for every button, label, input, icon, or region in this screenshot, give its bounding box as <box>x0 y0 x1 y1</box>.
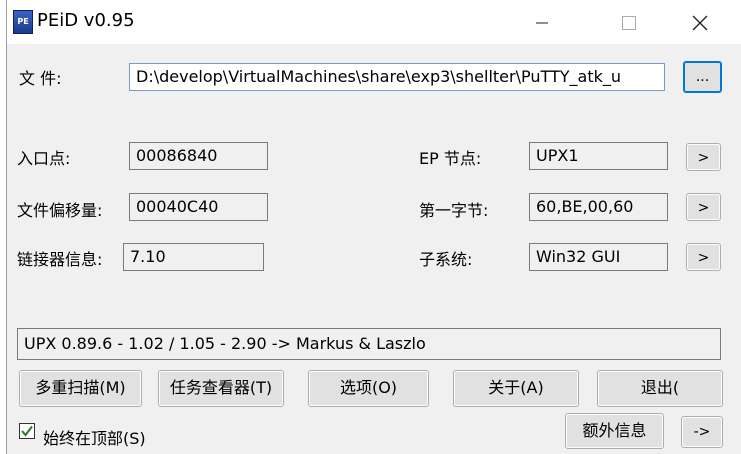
options-button[interactable]: 选项(O) <box>308 370 429 407</box>
scan-result-field[interactable]: UPX 0.89.6 - 1.02 / 1.05 - 2.90 -> Marku… <box>17 328 721 360</box>
linker-info-field[interactable]: 7.10 <box>123 243 264 271</box>
task-viewer-button[interactable]: 任务查看器(T) <box>158 370 284 407</box>
extra-info-button[interactable]: 额外信息 <box>565 413 664 449</box>
window-title: PEiD v0.95 <box>37 10 135 31</box>
title-bar[interactable]: PE PEiD v0.95 <box>7 0 741 44</box>
subsystem-field[interactable]: Win32 GUI <box>529 243 668 271</box>
file-path-field[interactable]: D:\develop\VirtualMachines\share\exp3\sh… <box>129 63 665 91</box>
ep-section-button[interactable]: > <box>686 143 721 171</box>
maximize-icon <box>622 15 636 30</box>
about-button[interactable]: 关于(A) <box>453 370 579 407</box>
entry-point-field[interactable]: 00086840 <box>129 142 268 170</box>
close-button[interactable] <box>671 0 729 44</box>
subsystem-button[interactable]: > <box>686 243 721 271</box>
maximize-button[interactable] <box>600 0 658 44</box>
close-icon <box>692 15 708 30</box>
exit-button[interactable]: 退出( <box>597 370 723 407</box>
more-button[interactable]: -> <box>681 416 723 448</box>
first-bytes-field[interactable]: 60,BE,00,60 <box>529 193 668 221</box>
always-on-top-label[interactable]: 始终在顶部(S) <box>43 425 146 449</box>
browse-button[interactable]: ... <box>683 61 722 93</box>
minimize-button[interactable] <box>513 0 571 44</box>
minimize-icon <box>536 22 548 23</box>
checkmark-icon <box>21 425 33 437</box>
subsystem-label: 子系统: <box>419 250 473 269</box>
first-bytes-label: 第一字节: <box>419 201 489 220</box>
ep-section-label: EP 节点: <box>419 149 482 168</box>
file-offset-field[interactable]: 00040C40 <box>129 193 268 221</box>
linker-info-label: 链接器信息: <box>17 250 103 269</box>
file-offset-label: 文件偏移量: <box>17 201 103 220</box>
first-bytes-button[interactable]: > <box>686 193 721 221</box>
peid-window: PE PEiD v0.95 文 件: D:\develop\VirtualMac… <box>6 0 741 454</box>
ep-section-field[interactable]: UPX1 <box>529 142 668 170</box>
entry-point-label: 入口点: <box>17 149 71 168</box>
always-on-top-checkbox[interactable] <box>19 423 35 439</box>
file-label: 文 件: <box>19 69 62 88</box>
multi-scan-button[interactable]: 多重扫描(M) <box>19 370 142 407</box>
peid-app-icon: PE <box>13 10 33 34</box>
